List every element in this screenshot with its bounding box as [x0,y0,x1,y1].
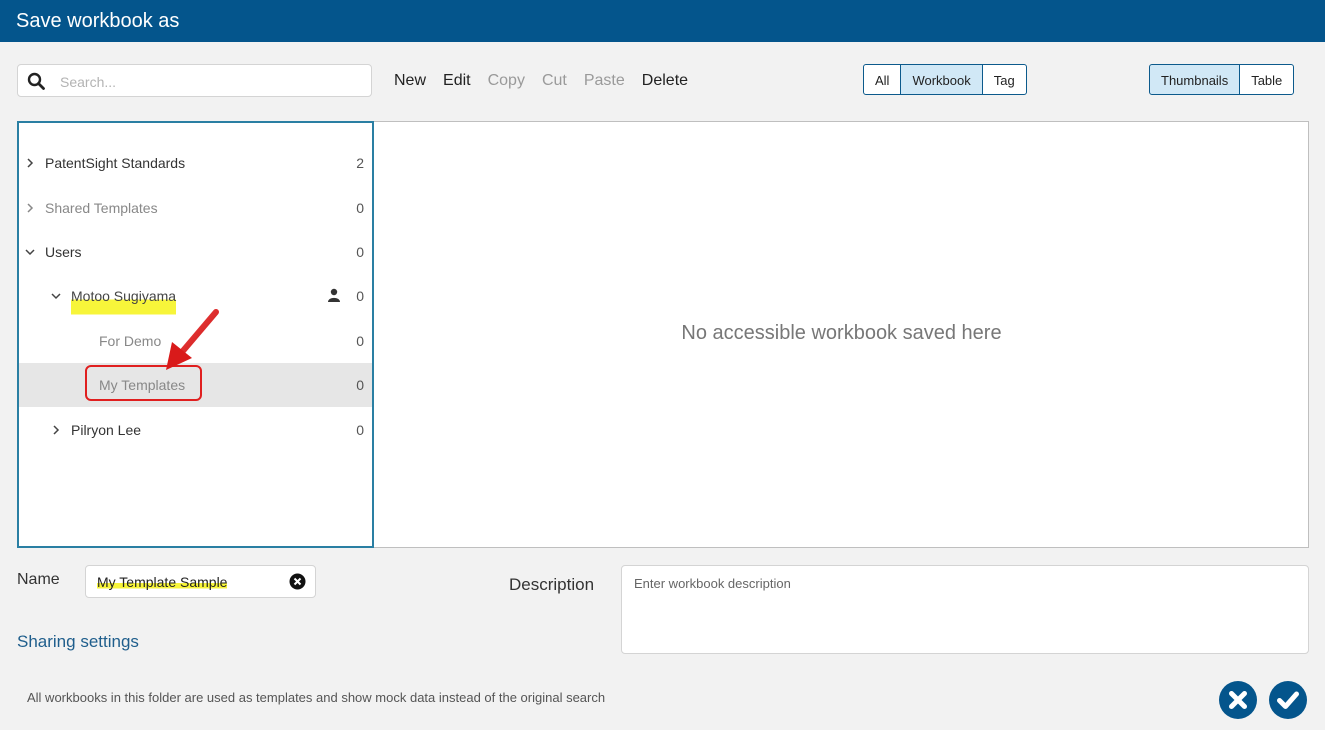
tree-item-count: 0 [356,333,364,349]
tree-item-shared-templates[interactable]: Shared Templates 0 [19,186,372,230]
tree-item-count: 2 [356,155,364,171]
name-input[interactable]: My Template Sample [85,565,316,598]
view-thumbnails-button[interactable]: Thumbnails [1149,64,1241,95]
filter-workbook-button[interactable]: Workbook [900,64,983,95]
tree-item-label: PatentSight Standards [45,155,186,171]
search-icon [27,72,45,90]
tree-item-count: 0 [356,244,364,260]
empty-state-message: No accessible workbook saved here [681,322,1002,344]
tree-item-users[interactable]: Users 0 [19,230,372,274]
tree-item-label: For Demo [99,333,162,349]
filter-toggle-group: All Workbook Tag [863,64,1027,97]
view-table-button[interactable]: Table [1239,64,1295,95]
cancel-button[interactable] [1219,681,1257,719]
close-icon [1229,691,1247,709]
template-folder-note: All workbooks in this folder are used as… [27,690,606,705]
tree-item-count: 0 [356,377,364,393]
filter-tag-button[interactable]: Tag [981,64,1027,95]
chevron-right-icon[interactable] [24,157,36,169]
chevron-down-icon[interactable] [24,246,36,258]
tree-item-patentsight-standards[interactable]: PatentSight Standards 2 [19,141,372,185]
confirm-button[interactable] [1269,681,1307,719]
name-label: Name [17,571,60,588]
view-toggle-group: Thumbnails Table [1149,64,1295,97]
cut-button[interactable]: Cut [542,70,567,92]
name-input-value[interactable]: My Template Sample [97,574,228,590]
description-label: Description [509,575,595,594]
checkmark-icon [1277,691,1299,709]
sharing-settings-link[interactable]: Sharing settings [17,632,139,652]
tree-item-label: Users [45,244,82,260]
tree-item-label: Pilryon Lee [71,422,142,438]
tree-item-label: Shared Templates [45,200,158,216]
tree-item-count: 0 [356,200,364,216]
tree-item-count: 0 [356,422,364,438]
search-box[interactable] [17,64,372,97]
user-icon [328,288,340,302]
paste-button[interactable]: Paste [584,70,625,92]
tree-item-count: 0 [356,288,364,304]
tree-item-pilryon-lee[interactable]: Pilryon Lee 0 [19,408,372,452]
annotation-arrow-icon [166,309,219,370]
dialog-title: Save workbook as [0,0,1325,42]
search-input[interactable] [58,69,362,94]
chevron-right-icon[interactable] [24,202,36,214]
description-box[interactable] [621,565,1309,654]
toolbar: New Edit Copy Cut Paste Delete [394,70,705,92]
filter-all-button[interactable]: All [863,64,902,95]
chevron-down-icon[interactable] [50,290,62,302]
delete-button[interactable]: Delete [642,70,688,92]
chevron-right-icon[interactable] [50,424,62,436]
description-input[interactable] [632,574,1296,648]
new-button[interactable]: New [394,70,426,92]
clear-icon[interactable] [289,573,306,590]
copy-button[interactable]: Copy [488,70,525,92]
edit-button[interactable]: Edit [443,70,471,92]
